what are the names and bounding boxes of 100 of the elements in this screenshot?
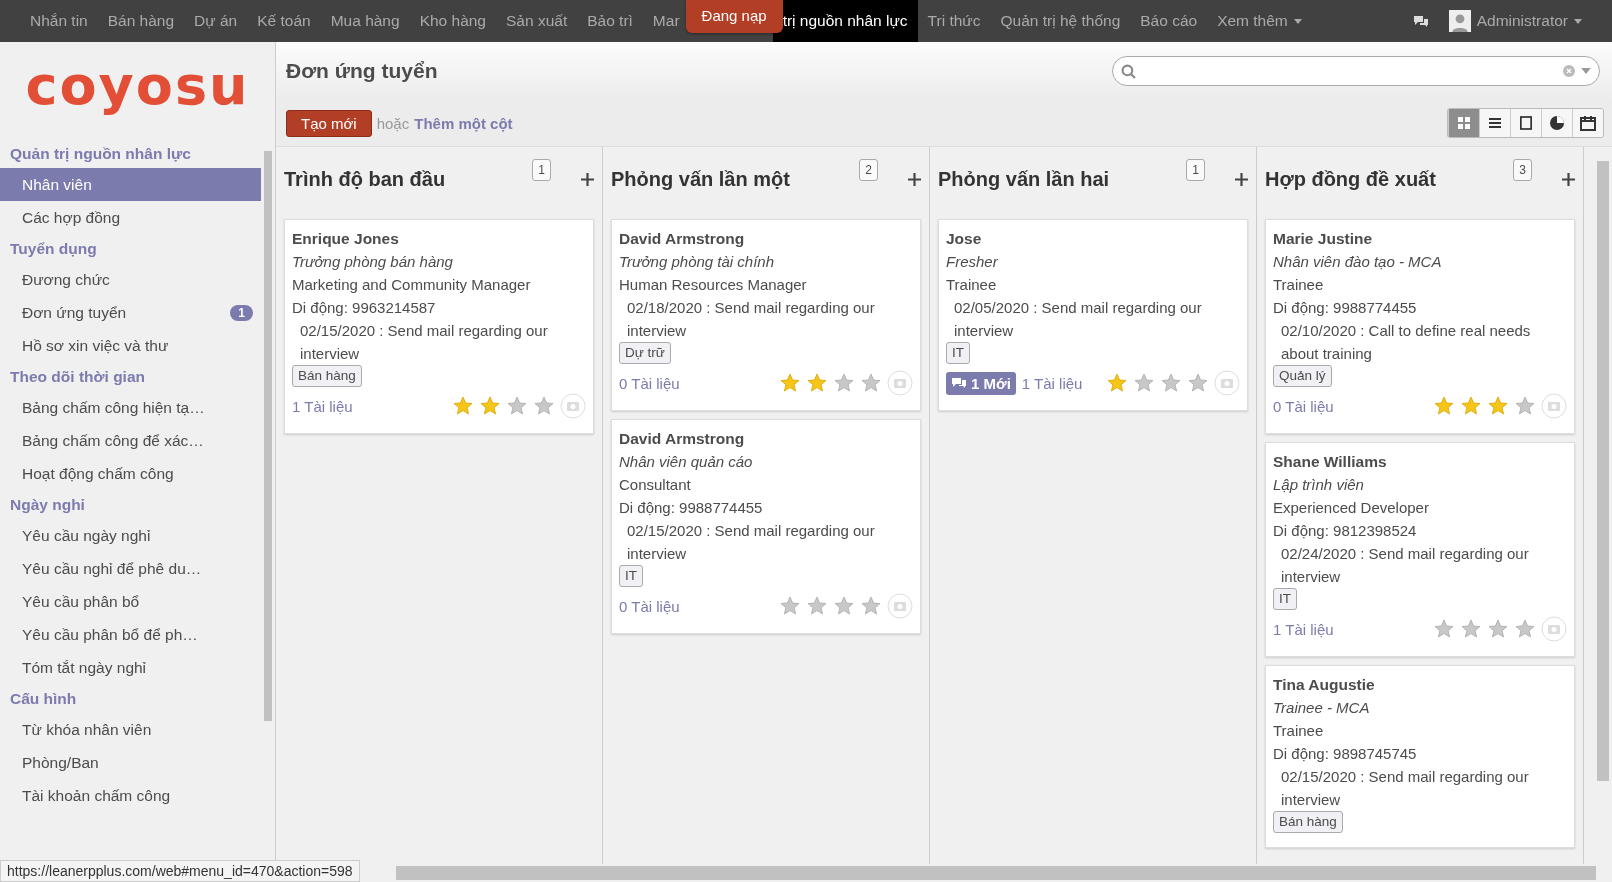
position-text: Lập trình viên — [1273, 475, 1365, 495]
top-menu-item[interactable]: Bảo trì — [577, 0, 643, 42]
job-text: Trainee — [946, 275, 998, 295]
search-field[interactable] — [1112, 56, 1600, 86]
job-text: Trainee — [1273, 721, 1325, 741]
caret-icon — [1574, 18, 1582, 24]
sidebar-item[interactable]: Đương chức — [0, 263, 261, 296]
add-column-link[interactable]: Thêm một cột — [414, 114, 513, 132]
sidebar-section-title: Theo dõi thời gian — [9, 367, 146, 387]
applicant-card[interactable]: Marie Justine Nhân viên đào tạo - MCA Trainee Di động: 9988774455 02/10/2020 : Call to define real needs about training Quản lý 0 Tài liệu — [1265, 219, 1575, 434]
documents-link[interactable]: 1 Tài liệu — [292, 394, 353, 418]
camera-icon — [1541, 393, 1567, 419]
create-button[interactable]: Tạo mới — [286, 109, 372, 137]
sidebar-item[interactable]: Yêu cầu phân bổ — [0, 585, 261, 618]
position-text: Fresher — [946, 252, 999, 272]
new-messages-badge[interactable]: 1 Mới — [946, 371, 1016, 395]
sidebar-item[interactable]: Yêu cầu nghỉ để phê du… — [0, 552, 261, 585]
top-menu-item[interactable]: Dự án — [184, 0, 248, 42]
top-menu-item[interactable]: Tri thức — [917, 0, 991, 42]
tag-label: IT — [946, 342, 970, 364]
status-url-tooltip: https://leanerpplus.com/web#menu_id=470&action=598 — [0, 860, 360, 882]
add-icon[interactable] — [1562, 172, 1575, 186]
applicant-card[interactable]: Jose Fresher Trainee 02/05/2020 : Send mail regarding our interview IT 1 Mới 1 Tài liệu — [938, 219, 1248, 411]
top-menu-item[interactable]: Xem thêm — [1207, 0, 1312, 42]
sidebar-item[interactable]: Các hợp đồng — [0, 201, 261, 234]
top-menu-item[interactable]: Báo cáo — [1130, 0, 1208, 42]
count-badge: 1 — [230, 304, 253, 321]
top-menu-item[interactable]: trị nguồn nhân lực — [772, 0, 918, 42]
sidebar-item[interactable]: Yêu cầu phân bổ để ph… — [0, 618, 261, 651]
top-menu-item[interactable]: Mua hàng — [320, 0, 410, 42]
star-rating[interactable] — [780, 373, 881, 393]
top-menu-item[interactable]: Kế toán — [247, 0, 321, 42]
applicant-card[interactable]: Tina Augustie Trainee - MCA Trainee Di động: 9898745745 02/15/2020 : Send mail regarding our interview Bán hàng — [1265, 665, 1575, 848]
position-text: Nhân viên đào tạo - MCA — [1273, 252, 1443, 272]
activity-text: 02/24/2020 : Send mail regarding our interview — [1280, 544, 1530, 587]
documents-link[interactable]: 0 Tài liệu — [619, 371, 680, 395]
top-menu-item[interactable]: Bán hàng — [97, 0, 185, 42]
star-rating[interactable] — [1434, 396, 1535, 416]
sidebar-item[interactable]: Từ khóa nhân viên — [0, 713, 261, 746]
clear-icon[interactable] — [1563, 65, 1575, 77]
applicant-card[interactable]: Enrique Jones Trưởng phòng bán hàng Marketing and Community Manager Di động: 9963214587 02/15/2020 : Send mail regarding our interview Bán hàng 1 Tài liệu — [284, 219, 594, 434]
scrollbar-thumb[interactable] — [264, 151, 272, 721]
form-icon — [1520, 115, 1532, 131]
sidebar-item[interactable]: Đơn ứng tuyển 1 — [0, 296, 261, 329]
user-menu[interactable]: Administrator — [1448, 10, 1582, 32]
applicant-card[interactable]: David Armstrong Trưởng phòng tài chính Human Resources Manager 02/18/2020 : Send mail regarding our interview Dự trữ 0 Tài liệu — [611, 219, 921, 411]
sidebar-item[interactable]: Hồ sơ xin việc và thư — [0, 329, 261, 362]
column-title: Trình độ ban đầu — [284, 167, 447, 191]
avatar-icon — [1448, 10, 1471, 32]
sidebar-item[interactable]: Bảng chấm công để xác… — [0, 424, 261, 457]
add-icon[interactable] — [581, 172, 594, 186]
applicant-card[interactable]: Shane Williams Lập trình viên Experienced Developer Di động: 9812398524 02/24/2020 : Send mail regarding our interview IT 1 Tài liệu — [1265, 442, 1575, 657]
scrollbar-thumb[interactable] — [1597, 161, 1609, 781]
activity-text: 02/10/2020 : Call to define real needs about training — [1280, 321, 1532, 364]
star-rating[interactable] — [1107, 373, 1208, 393]
top-menu-item[interactable]: Nhắn tin — [20, 0, 98, 42]
pie-chart-icon — [1549, 115, 1565, 131]
tag-label: Quản lý — [1273, 365, 1332, 387]
sidebar-section-title: Tuyển dụng — [9, 239, 98, 259]
sidebar-item[interactable]: Bảng chấm công hiện tạ… — [0, 391, 261, 424]
list-icon — [1488, 116, 1502, 130]
applicant-name: Enrique Jones — [292, 229, 400, 249]
sidebar-item[interactable]: Tóm tắt ngày nghỉ — [0, 651, 261, 684]
sidebar-item[interactable]: Hoạt động chấm công — [0, 457, 261, 490]
applicant-name: David Armstrong — [619, 429, 746, 449]
activity-text: 02/18/2020 : Send mail regarding our interview — [626, 298, 876, 341]
caret-icon — [1293, 18, 1302, 24]
top-menu-item[interactable]: Kho hàng — [409, 0, 496, 42]
view-calendar-button[interactable] — [1572, 109, 1603, 137]
sidebar-item[interactable]: Nhân viên — [0, 168, 261, 201]
sidebar-item[interactable]: Phòng/Ban — [0, 746, 261, 779]
camera-icon — [1214, 370, 1240, 396]
view-form-button[interactable] — [1510, 109, 1541, 137]
activity-text: 02/05/2020 : Send mail regarding our interview — [953, 298, 1203, 341]
documents-link[interactable]: 1 Tài liệu — [1021, 371, 1083, 395]
star-rating[interactable] — [1434, 619, 1535, 639]
add-icon[interactable] — [908, 172, 921, 186]
loading-badge: Đang nạp — [685, 0, 783, 33]
camera-icon — [887, 370, 913, 396]
sidebar-item[interactable]: Yêu cầu ngày nghỉ — [0, 519, 261, 552]
count-badge: 2 — [859, 159, 878, 181]
job-text: Human Resources Manager — [619, 275, 808, 295]
chat-icon[interactable] — [1412, 14, 1429, 28]
star-rating[interactable] — [453, 396, 554, 416]
star-rating[interactable] — [780, 596, 881, 616]
add-icon[interactable] — [1235, 172, 1248, 186]
view-list-button[interactable] — [1479, 109, 1510, 137]
tag-label: IT — [619, 565, 643, 587]
top-menu-item[interactable]: Quản trị hệ thống — [990, 0, 1131, 42]
sidebar-item[interactable]: Tài khoản chấm công — [0, 779, 261, 812]
caret-icon[interactable] — [1581, 68, 1591, 74]
view-graph-button[interactable] — [1541, 109, 1572, 137]
position-text: Nhân viên quản cáo — [619, 452, 754, 472]
applicant-card[interactable]: David Armstrong Nhân viên quản cáo Consultant Di động: 9988774455 02/15/2020 : Send mail regarding our interview IT 0 Tài liệu — [611, 419, 921, 634]
scrollbar-thumb[interactable] — [396, 866, 1596, 880]
documents-link[interactable]: 0 Tài liệu — [1273, 394, 1334, 418]
documents-link[interactable]: 0 Tài liệu — [619, 594, 680, 618]
count-badge: 1 — [532, 159, 551, 181]
documents-link[interactable]: 1 Tài liệu — [1273, 617, 1334, 641]
top-menu-item[interactable]: Sản xuất — [496, 0, 578, 42]
